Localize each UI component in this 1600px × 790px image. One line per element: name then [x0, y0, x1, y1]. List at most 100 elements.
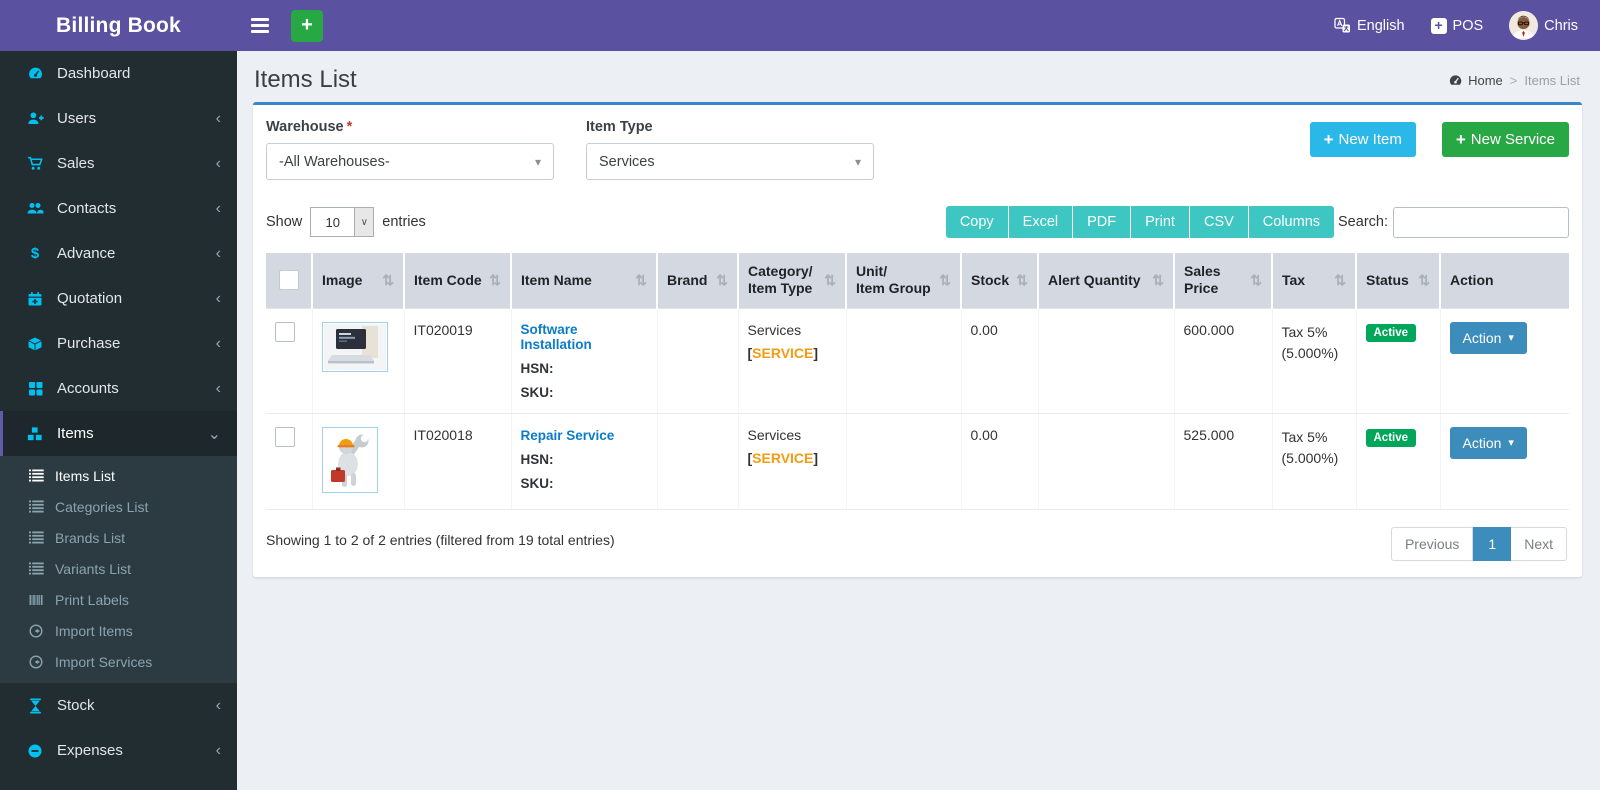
sidebar-item-accounts[interactable]: Accounts ‹: [0, 366, 237, 411]
sidebar-item-label: Stock: [57, 697, 95, 714]
header-brand[interactable]: Brand ⇅: [657, 253, 739, 308]
chevron-left-icon: ‹: [215, 334, 221, 352]
header-select-all[interactable]: [266, 253, 313, 308]
export-print-button[interactable]: Print: [1131, 206, 1190, 238]
chevron-left-icon: ‹: [215, 109, 221, 127]
header-action: Action: [1440, 253, 1569, 308]
list-icon: [27, 531, 45, 544]
sidebar-subitem-import-items[interactable]: Import Items: [0, 615, 237, 646]
search-input[interactable]: [1393, 206, 1569, 238]
header-alert-quantity[interactable]: Alert Quantity ⇅: [1038, 253, 1175, 308]
sidebar-item-quotation[interactable]: Quotation ‹: [0, 276, 237, 321]
sidebar-subitem-items-list[interactable]: Items List: [0, 460, 237, 491]
sidebar-subitem-print-labels[interactable]: Print Labels: [0, 584, 237, 615]
export-columns-button[interactable]: Columns: [1248, 206, 1335, 238]
sort-icon: ⇅: [1152, 271, 1164, 288]
row-checkbox[interactable]: [275, 321, 295, 342]
dashboard-icon: [24, 65, 46, 82]
user-menu[interactable]: Chris: [1509, 11, 1578, 40]
search-label: Search:: [1338, 214, 1388, 230]
unit-group-cell: [846, 307, 962, 414]
page-1-button[interactable]: 1: [1473, 526, 1512, 561]
select-caret-icon: ▾: [854, 154, 861, 169]
sidebar-item-purchase[interactable]: Purchase ‹: [0, 321, 237, 366]
header-tax[interactable]: Tax ⇅: [1272, 253, 1357, 308]
header-status[interactable]: Status ⇅: [1356, 253, 1441, 308]
sidebar-item-stock[interactable]: Stock ‹: [0, 683, 237, 728]
header-category-item-type[interactable]: Category/ Item Type ⇅: [738, 253, 847, 308]
item-thumbnail-software-installation[interactable]: [321, 321, 388, 372]
cart-icon: [24, 155, 46, 172]
pagination: Previous 1 Next: [1390, 526, 1567, 561]
sidebar-item-label: Expenses: [57, 742, 123, 759]
sidebar-item-dashboard[interactable]: Dashboard: [0, 51, 237, 96]
item-name-link[interactable]: Repair Service: [521, 428, 615, 443]
export-copy-button[interactable]: Copy: [945, 206, 1009, 238]
header-unit-item-group[interactable]: Unit/ Item Group ⇅: [846, 253, 962, 308]
select-all-checkbox[interactable]: [278, 270, 299, 291]
hourglass-icon: [24, 698, 46, 714]
action-button[interactable]: Action ▾: [1449, 426, 1527, 459]
new-item-button[interactable]: + New Item: [1309, 122, 1416, 157]
export-csv-button[interactable]: CSV: [1189, 206, 1249, 238]
warehouse-select[interactable]: -All Warehouses- ▾: [266, 143, 554, 180]
breadcrumb-home[interactable]: Home: [1448, 73, 1503, 88]
new-service-button[interactable]: + New Service: [1441, 122, 1569, 157]
app-logo[interactable]: Billing Book: [0, 0, 237, 51]
list-icon: [27, 469, 45, 482]
export-pdf-button[interactable]: PDF: [1073, 206, 1132, 238]
header-stock[interactable]: Stock ⇅: [961, 253, 1039, 308]
language-menu[interactable]: English: [1334, 17, 1405, 34]
language-label: English: [1356, 17, 1405, 34]
sidebar-item-label: Purchase: [57, 335, 121, 352]
service-tag: SERVICE: [752, 344, 814, 361]
list-icon: [27, 500, 45, 513]
sort-icon: ⇅: [382, 271, 394, 288]
sidebar-item-label: Accounts: [57, 380, 119, 397]
sales-price-cell: 600.000: [1174, 307, 1273, 414]
header-sales-price[interactable]: Sales Price ⇅: [1174, 253, 1273, 308]
sidebar-subitem-label: Brands List: [55, 529, 126, 546]
item-type-label: Item Type: [586, 119, 653, 135]
row-checkbox[interactable]: [275, 426, 295, 447]
pos-button[interactable]: + POS: [1430, 17, 1483, 34]
sort-icon: ⇅: [1418, 271, 1430, 288]
username-label: Chris: [1544, 17, 1578, 34]
chevron-down-icon: ⌄: [207, 425, 221, 443]
user-plus-icon: [24, 110, 46, 127]
sidebar-item-users[interactable]: Users ‹: [0, 96, 237, 141]
sidebar-subitem-categories-list[interactable]: Categories List: [0, 491, 237, 522]
sidebar-subitem-brands-list[interactable]: Brands List: [0, 522, 237, 553]
quick-add-button[interactable]: +: [291, 9, 323, 42]
item-thumbnail-repair-service[interactable]: [321, 426, 378, 493]
sidebar-item-items[interactable]: Items ⌄: [0, 411, 237, 456]
sidebar: Dashboard Users ‹ Sales ‹ Contacts ‹ $ A…: [0, 51, 237, 790]
plus-icon: +: [1323, 129, 1334, 149]
next-page-button[interactable]: Next: [1511, 526, 1567, 561]
item-type-select-value: Services: [599, 153, 655, 170]
sidebar-item-sales[interactable]: Sales ‹: [0, 141, 237, 186]
header-item-code[interactable]: Item Code ⇅: [404, 253, 512, 308]
item-type-select[interactable]: Services ▾: [586, 143, 874, 180]
sidebar-item-advance[interactable]: $ Advance ‹: [0, 231, 237, 276]
menu-toggle-icon[interactable]: [237, 0, 283, 51]
sidebar-subitem-variants-list[interactable]: Variants List: [0, 553, 237, 584]
previous-page-button[interactable]: Previous: [1390, 526, 1474, 561]
items-list-card: Warehouse * -All Warehouses- ▾ Item Type …: [253, 102, 1582, 577]
sidebar-item-expenses[interactable]: Expenses ‹: [0, 728, 237, 773]
topbar: Billing Book + English + POS Chris: [0, 0, 1600, 51]
barcode-icon: [27, 594, 45, 606]
cube-icon: [24, 336, 46, 352]
header-item-name[interactable]: Item Name ⇅: [511, 253, 658, 308]
page-length-select[interactable]: 10 ∨: [310, 207, 375, 237]
header-image[interactable]: Image ⇅: [312, 253, 405, 308]
export-excel-button[interactable]: Excel: [1008, 206, 1074, 238]
page-length-value: 10: [325, 214, 341, 230]
sidebar-subitem-import-services[interactable]: Import Services: [0, 646, 237, 677]
item-name-link[interactable]: Software Installation: [521, 322, 648, 352]
stock-cell: 0.00: [961, 307, 1039, 414]
chevron-left-icon: ‹: [215, 244, 221, 262]
sidebar-item-contacts[interactable]: Contacts ‹: [0, 186, 237, 231]
arrow-circle-left-icon: [27, 623, 45, 638]
action-button[interactable]: Action ▾: [1449, 321, 1527, 354]
